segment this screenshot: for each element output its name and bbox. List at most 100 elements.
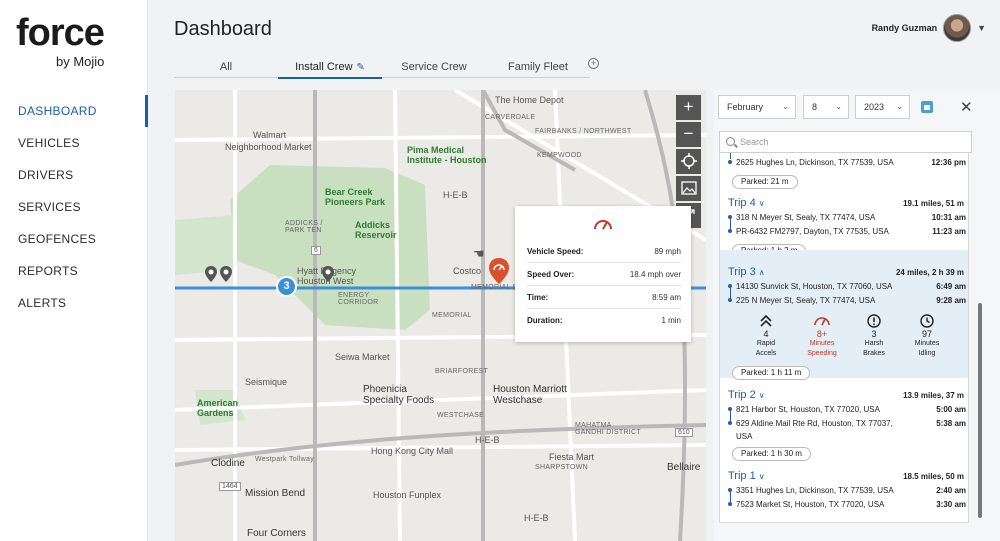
avatar[interactable] (943, 14, 972, 42)
map-label: Phoenicia Specialty Foods (363, 384, 435, 406)
map-label: Seiwa Market (335, 352, 390, 362)
trip-header[interactable]: Trip 1 ∨ 18.5 miles, 50 m (728, 470, 964, 482)
trip-address: 629 Aldine Mail Rte Rd, Houston, TX 7703… (736, 419, 966, 428)
tab-family-fleet[interactable]: Family Fleet (486, 58, 590, 77)
trip-header[interactable]: Trip 2 ∨ 13.9 miles, 37 m (728, 389, 964, 401)
chevron-down-icon: ∨ (758, 391, 765, 400)
alert-circle-icon (867, 314, 881, 328)
search-input[interactable]: Search (719, 131, 972, 153)
zoom-in-button[interactable]: + (676, 95, 701, 120)
trip-header[interactable]: Trip 3 ∧ 24 miles, 2 h 39 m (728, 266, 964, 278)
brand-logo[interactable]: force by Mojio (16, 12, 105, 69)
trip-list[interactable]: 2625 Hughes Ln, Dickinson, TX 77539, USA… (719, 153, 969, 523)
year-value: 2023 (864, 102, 885, 112)
clock-icon (920, 314, 934, 328)
popup-row: Speed Over: 18.4 mph over (527, 263, 681, 286)
trip-address: 7523 Market St, Houston, TX 77020, USA 3:… (736, 500, 966, 509)
trip-dot (728, 160, 732, 164)
zoom-out-button[interactable]: − (676, 122, 701, 147)
chevron-down-icon: ⌄ (896, 102, 903, 111)
locate-button[interactable] (676, 149, 701, 174)
nav-dashboard[interactable]: DASHBOARD (0, 95, 148, 127)
popup-value: 89 mph (654, 246, 681, 256)
nav-geofences[interactable]: GEOFENCES (0, 223, 148, 255)
trip-dot (728, 229, 732, 233)
tab-label: Service Crew (401, 61, 467, 73)
stat-minutes-speeding: 8+ Minutes Speeding (797, 313, 847, 359)
map-label: Mission Bend (245, 488, 306, 499)
tab-label: All (219, 61, 233, 73)
map-label: Hong Kong City Mall (371, 446, 454, 456)
map-label: MAHATMA GANDHI DISTRICT (575, 422, 641, 436)
map-layers-button[interactable] (676, 176, 701, 201)
user-name: Randy Guzman (871, 23, 938, 33)
map[interactable]: The Home Depot Walmart Neighborhood Mark… (175, 90, 706, 541)
vehicle-pin-icon[interactable] (205, 266, 217, 282)
nav-vehicles[interactable]: VEHICLES (0, 127, 148, 159)
nav-services[interactable]: SERVICES (0, 191, 148, 223)
trip-address: 225 N Meyer St, Sealy, TX 77474, USA 9:28… (736, 296, 966, 305)
trips-panel: February ⌄ 8 ⌄ 2023 ⌄ ✕ Search 2625 Hughes … (714, 90, 1000, 541)
month-select[interactable]: February ⌄ (718, 95, 796, 119)
speedometer-icon (814, 317, 830, 326)
stat-harsh-brakes: 3 Harsh Brakes (849, 313, 899, 359)
page-title: Dashboard (174, 18, 272, 40)
route-line (729, 492, 731, 502)
map-label: WESTCHASE (437, 412, 485, 419)
highway-shield: 1464 (219, 482, 241, 491)
popup-row: Duration: 1 min (527, 309, 681, 332)
map-label: Houston Funplex (373, 490, 442, 500)
map-label: Fiesta Mart (549, 452, 595, 462)
vehicle-cluster[interactable]: 3 (276, 276, 297, 297)
trip-name: Trip 4 (728, 197, 756, 209)
chevron-down-icon: ∨ (758, 472, 765, 481)
trip-address: 821 Harbor St, Houston, TX 77020, USA 5:0… (736, 405, 966, 414)
map-label: BRIARFOREST (435, 368, 489, 375)
vehicle-pin-icon[interactable] (322, 266, 334, 282)
nav-reports[interactable]: REPORTS (0, 255, 148, 287)
chevron-down-icon[interactable]: ▼ (977, 23, 986, 33)
chevron-down-icon: ⌄ (835, 102, 842, 111)
trip-name: Trip 3 (728, 266, 756, 278)
tab-install-crew[interactable]: Install Crew ✎ (278, 58, 382, 79)
nav-alerts[interactable]: ALERTS (0, 287, 148, 319)
tab-all[interactable]: All (174, 58, 278, 77)
map-label: Bear Creek Pioneers Park (325, 187, 386, 207)
stat-rapid-accels: 4 Rapid Accels (741, 313, 791, 359)
trip-header[interactable]: Trip 4 ∨ 19.1 miles, 51 m (728, 197, 964, 209)
image-icon (680, 181, 697, 195)
nav-drivers[interactable]: DRIVERS (0, 159, 148, 191)
crosshair-icon (680, 153, 697, 169)
pencil-icon[interactable]: ✎ (357, 62, 365, 73)
map-label: Neighborhood Market (225, 142, 312, 152)
add-tab-icon[interactable]: + (588, 58, 599, 69)
close-icon[interactable]: ✕ (960, 98, 973, 116)
user-menu[interactable]: Randy Guzman ▼ (872, 14, 986, 42)
brand-name: force (16, 12, 105, 54)
brand-sub: by Mojio (56, 54, 105, 69)
trip-meta: 18.5 miles, 50 m (903, 472, 964, 481)
popup-value: 1 min (661, 316, 681, 325)
map-label: H-E-B (443, 190, 468, 200)
vehicle-pin-icon[interactable] (220, 266, 232, 282)
trip-dot (728, 502, 732, 506)
scrollbar[interactable] (978, 303, 982, 518)
popup-label: Vehicle Speed: (527, 246, 584, 256)
parked-badge: Parked: 1 h 30 m (732, 447, 811, 461)
year-select[interactable]: 2023 ⌄ (855, 95, 910, 119)
chevron-up-icon: ∧ (758, 268, 765, 277)
map-label: SHARPSTOWN (535, 464, 589, 471)
trip-dot (728, 298, 732, 302)
tab-service-crew[interactable]: Service Crew (382, 58, 486, 77)
map-label: Four Corners (247, 528, 306, 539)
route-line (729, 219, 731, 229)
speeding-marker-icon[interactable] (489, 258, 509, 284)
day-select[interactable]: 8 ⌄ (803, 95, 849, 119)
tab-label: Family Fleet (508, 61, 568, 73)
popup-label: Time: (527, 292, 549, 302)
map-label: H-E-B (524, 513, 549, 523)
calendar-icon[interactable] (921, 101, 933, 113)
fleet-tabs: All Install Crew ✎ Service Crew Family Fl… (174, 58, 590, 79)
double-chevron-up-icon (760, 314, 772, 327)
chevron-down-icon: ⌄ (782, 102, 789, 111)
